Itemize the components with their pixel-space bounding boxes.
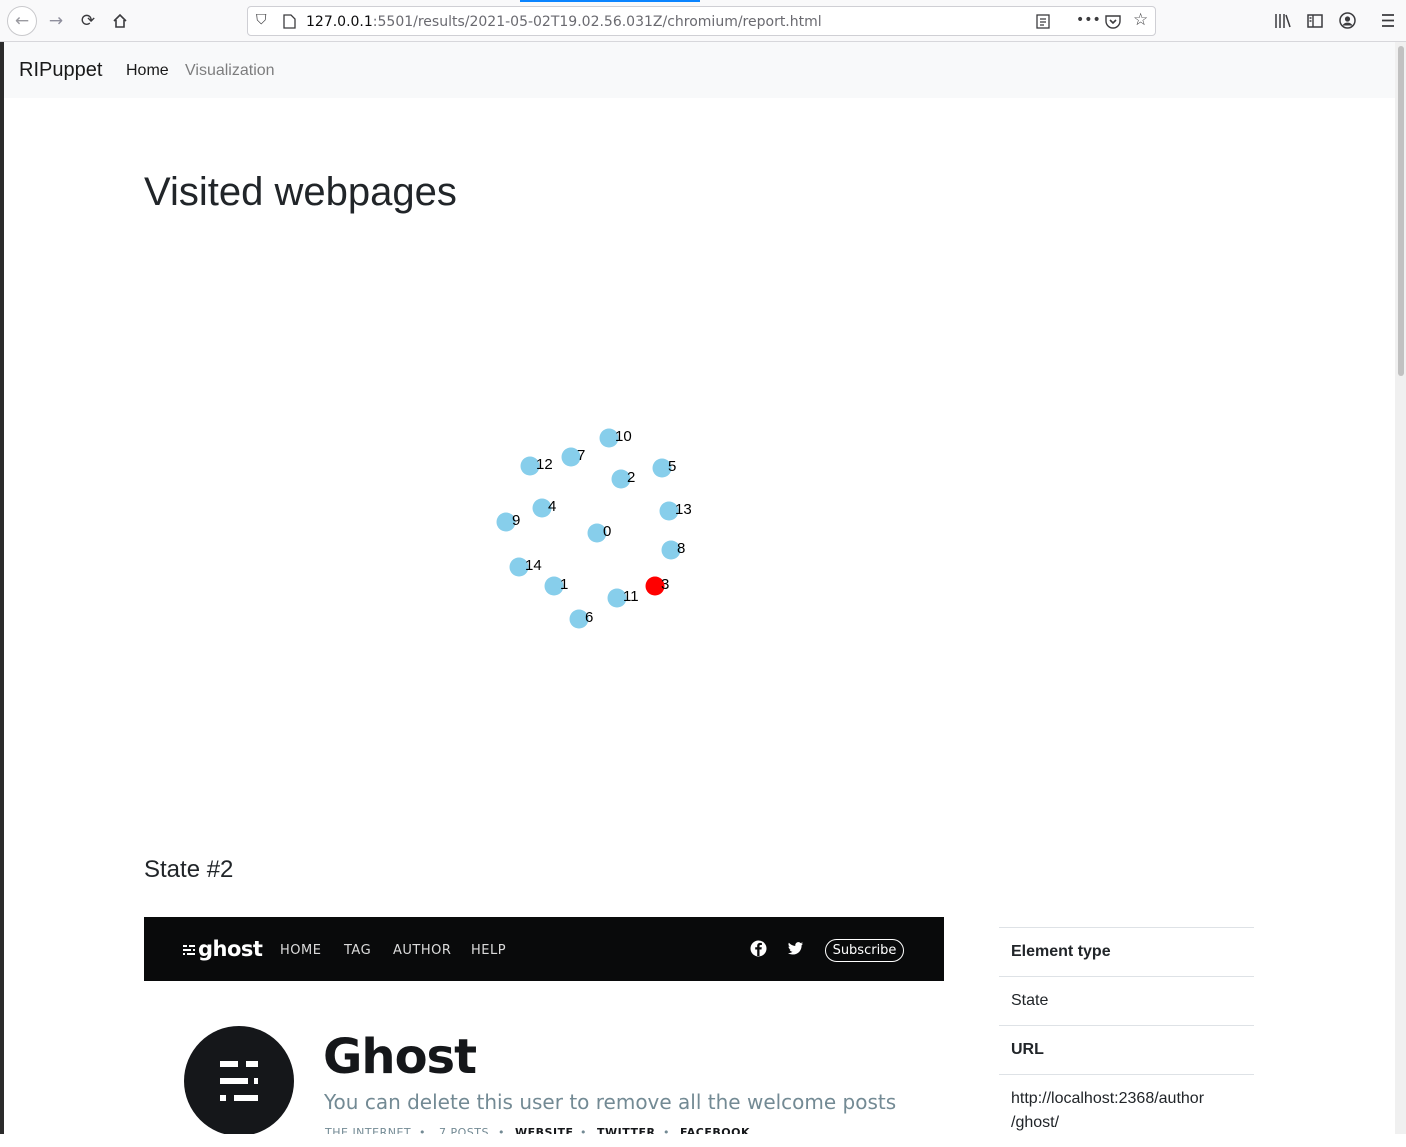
state-graph: 10712 524 13908141 3116 [496, 428, 692, 629]
app-navbar: RIPuppet Home Visualization [4, 42, 1395, 98]
active-tab-indicator [520, 0, 700, 2]
graph-node-2[interactable]: 2 [611, 469, 636, 489]
facebook-icon [750, 940, 767, 957]
back-button[interactable]: ← [7, 6, 37, 36]
meta-separator: • [580, 1126, 587, 1134]
graph-node-1[interactable]: 1 [544, 576, 569, 596]
meta-separator: • [498, 1126, 505, 1134]
forward-arrow-icon: → [48, 11, 64, 31]
reader-view-icon[interactable] [1036, 14, 1050, 29]
brand-link[interactable]: RIPuppet [19, 59, 102, 82]
author-location: THE INTERNET [325, 1126, 412, 1134]
graph-node-label: 10 [615, 428, 632, 445]
meta-separator: • [419, 1126, 426, 1134]
ghost-nav-tag: TAG [344, 943, 372, 958]
graph-node-label: 12 [536, 456, 553, 473]
graph-node-8[interactable]: 8 [661, 540, 686, 560]
graph-node-label: 2 [627, 469, 635, 486]
ghost-logo: ghost [182, 937, 263, 961]
url-label: URL [999, 1025, 1254, 1074]
author-bio: You can delete this user to remove all t… [324, 1090, 897, 1114]
library-icon[interactable] [1274, 13, 1292, 29]
graph-node-label: 4 [548, 498, 556, 515]
graph-node-label: 14 [525, 557, 542, 574]
author-avatar [184, 1026, 294, 1134]
home-icon [113, 13, 127, 28]
pocket-icon[interactable] [1105, 14, 1121, 29]
home-button[interactable] [105, 6, 135, 36]
state-info-table: Element type State URL http://localhost:… [999, 927, 1254, 1147]
author-name: Ghost [323, 1029, 477, 1085]
ghost-nav-author: AUTHOR [393, 943, 452, 958]
graph-node-3[interactable]: 3 [645, 576, 670, 596]
page-title: Visited webpages [144, 170, 457, 214]
graph-node-0[interactable]: 0 [587, 523, 612, 543]
author-post-count: 7 POSTS [439, 1126, 489, 1134]
account-icon[interactable] [1339, 12, 1356, 29]
ghost-header: ghost HOME TAG AUTHOR HELP Subscribe [144, 917, 944, 981]
graph-node-6[interactable]: 6 [569, 609, 594, 629]
graph-node-7[interactable]: 7 [561, 447, 586, 467]
graph-node-10[interactable]: 10 [599, 428, 632, 448]
menu-icon[interactable] [1380, 13, 1396, 28]
state-screenshot: ghost HOME TAG AUTHOR HELP Subscribe Gho… [144, 917, 944, 1134]
subscribe-button: Subscribe [825, 939, 904, 962]
url-bar[interactable]: ⛉ 127.0.0.1:5501/results/2021-05-02T19.0… [247, 6, 1156, 36]
graph-node-12[interactable]: 12 [520, 456, 553, 476]
twitter-icon [788, 942, 803, 955]
forward-button[interactable]: → [41, 6, 71, 36]
author-facebook-link: FACEBOOK [680, 1126, 750, 1134]
graph-node-9[interactable]: 9 [496, 512, 521, 532]
meta-separator: • [663, 1126, 670, 1134]
graph-node-label: 13 [675, 501, 692, 518]
page-actions-icon[interactable]: ••• [1076, 12, 1101, 28]
graph-node-label: 11 [623, 588, 639, 605]
graph-node-14[interactable]: 14 [509, 557, 542, 577]
ghost-nav-help: HELP [471, 943, 507, 958]
reload-icon: ⟳ [80, 11, 96, 31]
element-type-label: Element type [999, 927, 1254, 976]
graph-node-5[interactable]: 5 [652, 458, 677, 478]
graph-node-11[interactable]: 11 [607, 588, 639, 608]
graph-node-label: 9 [512, 512, 520, 529]
scrollbar-thumb[interactable] [1398, 46, 1404, 376]
sidebar-icon[interactable] [1307, 13, 1323, 29]
graph-node-label: 0 [603, 523, 611, 540]
back-arrow-icon: ← [14, 11, 30, 31]
page-info-icon[interactable] [283, 14, 296, 29]
url-value: http://localhost:2368/author/ghost/ [999, 1074, 1254, 1147]
state-title: State #2 [144, 856, 234, 883]
element-type-value: State [999, 976, 1254, 1025]
reload-button[interactable]: ⟳ [73, 6, 103, 36]
ghost-logo-icon [183, 945, 195, 955]
browser-toolbar: ← → ⟳ ⛉ 127.0.0.1:5501/results/2021-05-0… [0, 0, 1406, 42]
author-website-link: WEBSITE [515, 1126, 574, 1134]
graph-node-label: 7 [577, 447, 585, 464]
graph-node-label: 8 [677, 540, 685, 557]
author-twitter-link: TWITTER [597, 1126, 656, 1134]
ghost-nav-home: HOME [280, 943, 322, 958]
nav-home-link[interactable]: Home [126, 62, 169, 80]
tracking-shield-icon[interactable]: ⛉ [256, 12, 267, 28]
graph-node-label: 6 [585, 609, 593, 626]
graph-node-13[interactable]: 13 [659, 501, 692, 521]
nav-visualization-link[interactable]: Visualization [185, 62, 275, 80]
ghost-avatar-icon [220, 1061, 258, 1101]
graph-node-label: 3 [661, 576, 669, 593]
graph-node-4[interactable]: 4 [532, 498, 557, 518]
url-text: 127.0.0.1:5501/results/2021-05-02T19.02.… [306, 14, 822, 30]
graph-node-label: 5 [668, 458, 676, 475]
window-edge [0, 42, 4, 1134]
bookmark-star-icon[interactable]: ☆ [1133, 10, 1148, 30]
graph-node-label: 1 [560, 576, 568, 593]
